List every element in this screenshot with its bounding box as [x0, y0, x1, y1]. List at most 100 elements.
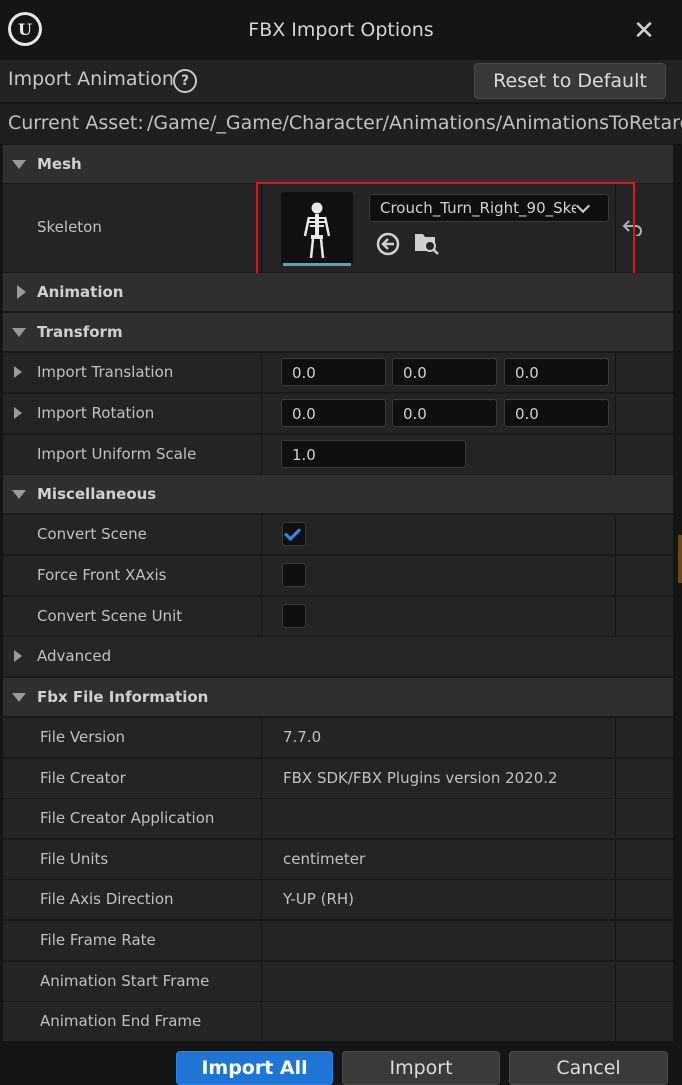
column-divider [615, 515, 616, 554]
column-divider [615, 556, 616, 595]
translation-y-input[interactable]: 0.0 [392, 358, 497, 386]
column-divider [261, 515, 262, 554]
fbx-info-value: 7.7.0 [283, 728, 322, 746]
category-animation-label: Animation [37, 283, 124, 301]
fbx-info-label: Animation End Frame [40, 1012, 202, 1030]
column-divider [615, 435, 616, 474]
fbx-info-row: File Units centimeter [3, 840, 673, 879]
expanded-arrow-icon [12, 328, 26, 337]
column-divider [615, 597, 616, 636]
column-divider [261, 759, 262, 798]
column-divider [261, 799, 262, 838]
fbx-info-value: Y-UP (RH) [283, 890, 354, 908]
category-miscellaneous[interactable]: Miscellaneous [3, 475, 673, 513]
import-rotation-row: Import Rotation 0.0 0.0 0.0 [3, 394, 673, 433]
window-title: FBX Import Options [248, 19, 434, 41]
current-asset-row: Current Asset: /Game/_Game/Character/Ani… [0, 104, 682, 144]
help-icon[interactable]: ? [173, 69, 197, 93]
expanded-arrow-icon [12, 160, 26, 169]
category-transform[interactable]: Transform [3, 313, 673, 351]
fbx-info-row: File Frame Rate [3, 921, 673, 960]
title-bar: U FBX Import Options ✕ [0, 0, 682, 60]
column-divider [261, 840, 262, 879]
fbx-info-row: File Creator FBX SDK/FBX Plugins version … [3, 759, 673, 798]
convert-scene-unit-checkbox[interactable] [282, 604, 306, 628]
collapsed-arrow-icon [17, 285, 26, 299]
column-divider [615, 962, 616, 1001]
fbx-info-row: File Creator Application [3, 799, 673, 838]
translation-x-input[interactable]: 0.0 [281, 358, 386, 386]
import-uniform-scale-row: Import Uniform Scale 1.0 [3, 435, 673, 474]
force-front-xaxis-checkbox[interactable] [282, 563, 306, 587]
advanced-label: Advanced [37, 647, 112, 665]
uniform-scale-input[interactable]: 1.0 [281, 440, 466, 468]
fbx-info-row: File Axis Direction Y-UP (RH) [3, 880, 673, 919]
current-asset-path: /Game/_Game/Character/Animations/Animati… [147, 112, 682, 134]
convert-scene-unit-label: Convert Scene Unit [37, 607, 183, 625]
column-divider [261, 718, 262, 757]
scrollbar-edge[interactable] [678, 535, 682, 583]
column-divider [615, 921, 616, 960]
fbx-info-row: File Version 7.7.0 [3, 718, 673, 757]
fbx-info-value: centimeter [283, 850, 366, 868]
column-divider [615, 353, 616, 392]
column-divider [615, 840, 616, 879]
column-divider [261, 880, 262, 919]
column-divider [261, 435, 262, 474]
fbx-info-label: File Creator Application [40, 809, 215, 827]
fbx-info-label: File Creator [40, 769, 126, 787]
expanded-arrow-icon [12, 490, 26, 499]
fbx-info-row: Animation Start Frame [3, 962, 673, 1001]
column-divider [615, 394, 616, 433]
category-transform-label: Transform [37, 323, 123, 341]
column-divider [615, 1002, 616, 1041]
highlight-annotation-box [256, 182, 635, 284]
category-animation[interactable]: Animation [3, 273, 673, 311]
rotation-x-input[interactable]: 0.0 [281, 399, 386, 427]
advanced-row[interactable]: Advanced [3, 637, 673, 676]
column-divider [261, 556, 262, 595]
fbx-info-label: Animation Start Frame [40, 972, 210, 990]
fbx-import-dialog: U FBX Import Options ✕ Import Animation … [0, 0, 682, 1085]
skeleton-label: Skeleton [37, 218, 102, 236]
import-uniform-scale-label: Import Uniform Scale [37, 445, 197, 463]
translation-z-input[interactable]: 0.0 [504, 358, 609, 386]
fbx-info-row: Animation End Frame [3, 1002, 673, 1041]
convert-scene-unit-row: Convert Scene Unit [3, 597, 673, 636]
force-front-xaxis-label: Force Front XAxis [37, 566, 167, 584]
cancel-button[interactable]: Cancel [509, 1051, 668, 1085]
convert-scene-label: Convert Scene [37, 525, 147, 543]
rotation-y-input[interactable]: 0.0 [392, 399, 497, 427]
category-mesh[interactable]: Mesh [3, 145, 673, 183]
import-translation-row: Import Translation 0.0 0.0 0.0 [3, 353, 673, 392]
reset-to-default-button[interactable]: Reset to Default [474, 63, 666, 99]
column-divider [615, 880, 616, 919]
rotation-z-input[interactable]: 0.0 [504, 399, 609, 427]
fbx-info-value: FBX SDK/FBX Plugins version 2020.2 [283, 769, 558, 787]
collapsed-arrow-icon[interactable] [14, 366, 22, 378]
column-divider [261, 1002, 262, 1041]
collapsed-arrow-icon[interactable] [14, 407, 22, 419]
checkmark-icon [284, 524, 301, 541]
fbx-info-label: File Units [40, 850, 109, 868]
column-divider [261, 962, 262, 1001]
import-translation-label: Import Translation [37, 363, 174, 381]
column-divider [261, 921, 262, 960]
expanded-arrow-icon [12, 693, 26, 702]
import-all-button[interactable]: Import All [176, 1051, 333, 1085]
current-asset-label: Current Asset: [8, 112, 144, 134]
category-fbx-file-information[interactable]: Fbx File Information [3, 678, 673, 716]
close-icon[interactable]: ✕ [630, 18, 658, 46]
collapsed-arrow-icon [14, 650, 22, 662]
column-divider [261, 353, 262, 392]
fbx-info-label: File Version [40, 728, 126, 746]
column-divider [261, 394, 262, 433]
column-divider [615, 759, 616, 798]
import-button[interactable]: Import [342, 1051, 500, 1085]
category-fbx-file-information-label: Fbx File Information [37, 688, 209, 706]
fbx-info-label: File Axis Direction [40, 890, 174, 908]
convert-scene-row: Convert Scene [3, 515, 673, 554]
convert-scene-checkbox[interactable] [282, 522, 306, 546]
column-divider [615, 718, 616, 757]
category-mesh-label: Mesh [37, 155, 82, 173]
